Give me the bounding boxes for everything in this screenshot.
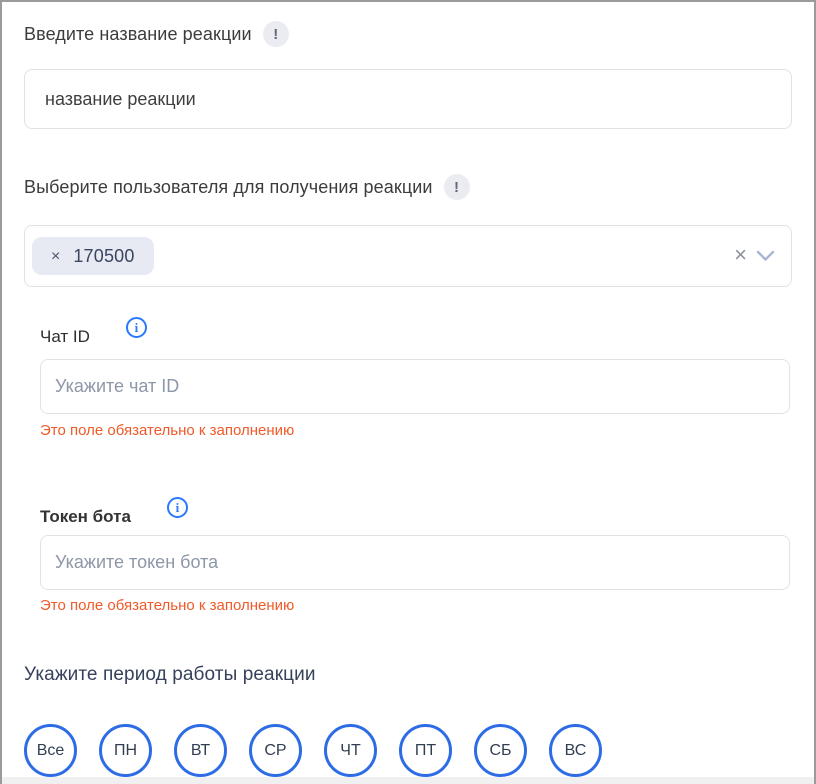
reaction-form-panel: Введите название реакции ! Выберите поль… [0,0,816,784]
tag-label: 170500 [73,246,134,267]
day-button-sun[interactable]: ВС [549,724,602,777]
chevron-down-icon[interactable] [756,250,775,262]
info-icon[interactable]: i [126,317,147,338]
user-select[interactable]: × 170500 × [24,225,792,287]
tag-remove-icon[interactable]: × [51,249,60,265]
day-button-sat[interactable]: СБ [474,724,527,777]
period-section: Укажите период работы реакции Все ПН ВТ … [24,663,792,777]
day-button-tue[interactable]: ВТ [174,724,227,777]
page-background-strip [2,777,814,784]
reaction-name-input[interactable] [24,69,792,129]
chat-id-error: Это поле обязательно к заполнению [40,423,790,439]
clear-selection-icon[interactable]: × [734,244,747,266]
bot-token-section: Токен бота i Это поле обязательно к запо… [40,505,790,614]
user-field-section: Выберите пользователя для получения реак… [24,174,792,287]
name-field-label-row: Введите название реакции ! [24,21,792,47]
name-field-section: Введите название реакции ! [24,21,792,129]
chat-id-label-row: Чат ID i [40,325,790,349]
day-button-mon[interactable]: ПН [99,724,152,777]
select-icons: × [734,246,775,266]
user-field-label-row: Выберите пользователя для получения реак… [24,174,792,200]
required-warning-icon[interactable]: ! [263,21,289,47]
day-button-thu[interactable]: ЧТ [324,724,377,777]
bot-token-label-row: Токен бота i [40,505,790,529]
bot-token-error: Это поле обязательно к заполнению [40,598,790,614]
day-button-wed[interactable]: СР [249,724,302,777]
selected-user-tag: × 170500 [32,237,154,275]
name-field-label: Введите название реакции [24,21,252,47]
day-button-fri[interactable]: ПТ [399,724,452,777]
chat-id-section: Чат ID i Это поле обязательно к заполнен… [40,325,790,439]
day-button-all[interactable]: Все [24,724,77,777]
period-label: Укажите период работы реакции [24,663,792,687]
required-warning-icon[interactable]: ! [444,174,470,200]
bot-token-label: Токен бота [40,505,131,529]
info-icon[interactable]: i [167,497,188,518]
chat-id-input[interactable] [40,359,790,414]
chat-id-label: Чат ID [40,325,90,349]
bot-token-input[interactable] [40,535,790,590]
user-field-label: Выберите пользователя для получения реак… [24,174,433,200]
day-buttons-row: Все ПН ВТ СР ЧТ ПТ СБ ВС [24,724,792,777]
